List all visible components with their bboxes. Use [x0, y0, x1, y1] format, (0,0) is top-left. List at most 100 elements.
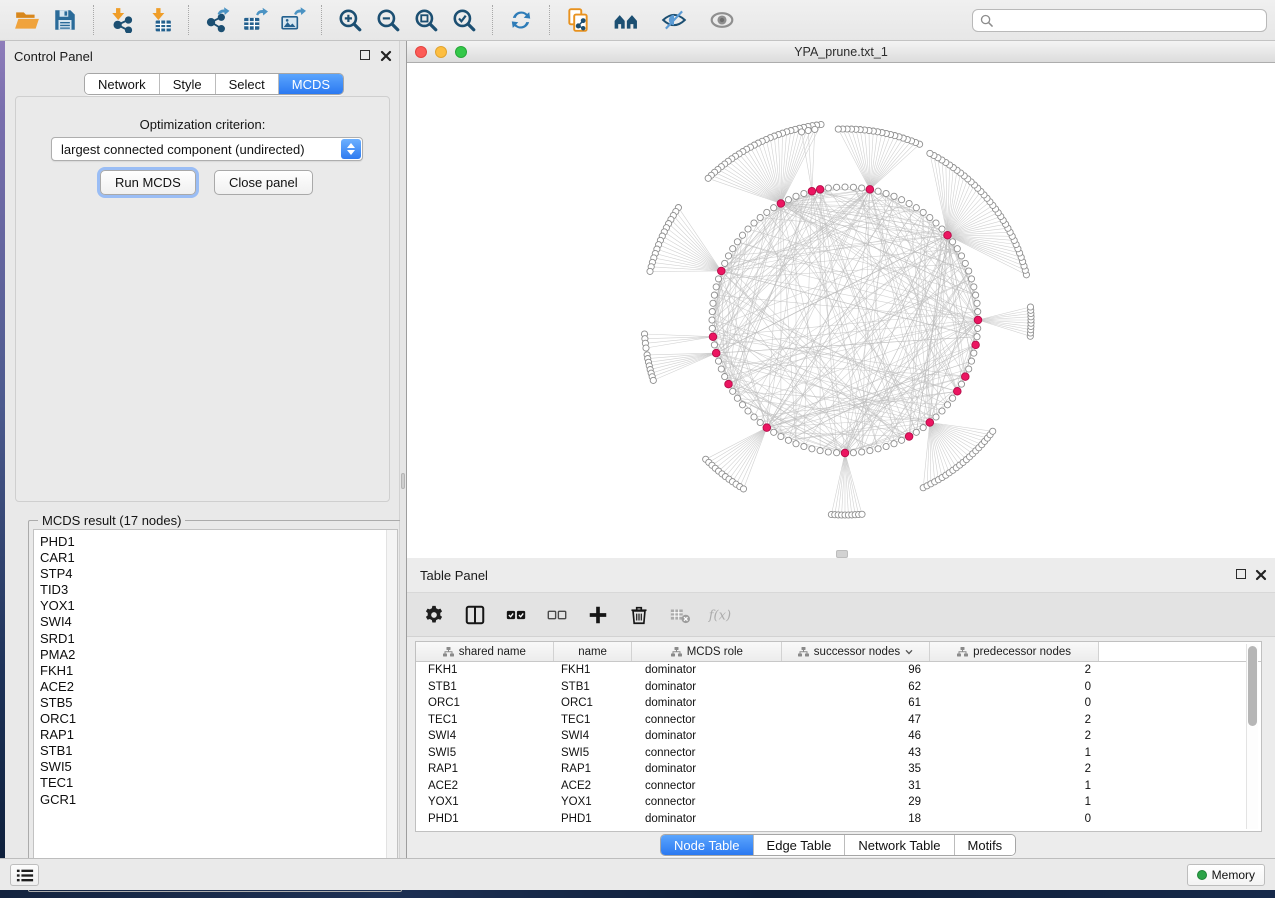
table-row[interactable]: ACE2ACE2connector311 — [416, 778, 1261, 795]
tab-motifs[interactable]: Motifs — [954, 835, 1016, 855]
table-cell: YOX1 — [416, 796, 554, 808]
control-panel: Control Panel NetworkStyleSelectMCDS Opt… — [5, 41, 400, 858]
hide-selected-button[interactable] — [655, 3, 693, 37]
mcds-result-list[interactable]: PHD1CAR1STP4TID3YOX1SWI4SRD1PMA2FKH1ACE2… — [33, 529, 398, 886]
table-scrollbar[interactable] — [1246, 644, 1258, 829]
mcds-result-item[interactable]: STP4 — [40, 566, 397, 582]
close-panel-icon[interactable] — [1255, 568, 1267, 580]
node-table: shared namenameMCDS rolesuccessor nodesp… — [415, 641, 1262, 832]
mcds-result-item[interactable]: PHD1 — [40, 534, 397, 550]
table-row[interactable]: YOX1YOX1connector291 — [416, 794, 1261, 811]
mcds-result-item[interactable]: RAP1 — [40, 727, 397, 743]
table-row[interactable]: TEC1TEC1connector472 — [416, 712, 1261, 729]
mcds-result-item[interactable]: CAR1 — [40, 550, 397, 566]
splitter-grip[interactable] — [401, 473, 405, 489]
mcds-result-item[interactable]: STB1 — [40, 743, 397, 759]
import-table-button[interactable] — [141, 3, 179, 37]
tab-mcds[interactable]: MCDS — [278, 74, 343, 94]
network-window-titlebar: YPA_prune.txt_1 — [407, 41, 1275, 63]
table-row[interactable]: SWI5SWI5connector431 — [416, 745, 1261, 762]
scrollbar-thumb[interactable] — [1248, 646, 1257, 726]
table-cell: 62 — [783, 681, 931, 693]
tab-style[interactable]: Style — [159, 74, 215, 94]
table-row[interactable]: STB1STB1dominator620 — [416, 679, 1261, 696]
deselect-all-button[interactable] — [544, 602, 570, 628]
mcds-result-item[interactable]: FKH1 — [40, 663, 397, 679]
new-column-button[interactable] — [585, 602, 611, 628]
zoom-out-button[interactable] — [369, 3, 407, 37]
vertical-splitter[interactable] — [400, 41, 407, 858]
table-row[interactable]: PHD1PHD1dominator180 — [416, 811, 1261, 828]
search-box[interactable] — [972, 9, 1267, 32]
zoom-fit-icon — [413, 7, 439, 33]
network-window-title: YPA_prune.txt_1 — [407, 45, 1275, 59]
export-image-button[interactable] — [274, 3, 312, 37]
mcds-list-scrollbar[interactable] — [386, 530, 397, 885]
import-network-button[interactable] — [103, 3, 141, 37]
table-row[interactable]: FKH1FKH1dominator962 — [416, 662, 1261, 679]
zoom-fit-button[interactable] — [407, 3, 445, 37]
table-row[interactable]: ORC1ORC1dominator610 — [416, 695, 1261, 712]
delete-columns-button[interactable] — [626, 602, 652, 628]
control-panel-tabs: NetworkStyleSelectMCDS — [84, 73, 344, 95]
new-network-from-selection-button[interactable] — [559, 3, 597, 37]
export-network-button[interactable] — [198, 3, 236, 37]
mcds-result-item[interactable]: ORC1 — [40, 711, 397, 727]
table-row[interactable]: SWI4SWI4dominator462 — [416, 728, 1261, 745]
optimization-criterion-select[interactable]: largest connected component (undirected) — [51, 137, 363, 161]
table-cell: STB1 — [554, 681, 633, 693]
show-columns-button[interactable] — [462, 602, 488, 628]
open-file-button[interactable] — [8, 3, 46, 37]
apply-layout-button[interactable] — [502, 3, 540, 37]
mcds-result-item[interactable]: SWI4 — [40, 614, 397, 630]
mcds-result-item[interactable]: YOX1 — [40, 598, 397, 614]
table-cell: dominator — [633, 664, 783, 676]
tab-network[interactable]: Network — [85, 74, 159, 94]
table-cell: connector — [633, 747, 783, 759]
mcds-result-item[interactable]: TID3 — [40, 582, 397, 598]
network-view-window: YPA_prune.txt_1 — [407, 41, 1275, 558]
close-panel-button[interactable]: Close panel — [214, 170, 313, 195]
run-mcds-button[interactable]: Run MCDS — [100, 170, 196, 195]
first-neighbors-button[interactable] — [607, 3, 645, 37]
column-header-MCDS-role[interactable]: MCDS role — [632, 642, 782, 661]
zoom-selected-button[interactable] — [445, 3, 483, 37]
search-input[interactable] — [993, 14, 1259, 28]
table-mode-button[interactable] — [421, 602, 447, 628]
column-header-shared-name[interactable]: shared name — [416, 642, 554, 661]
zoom-in-button[interactable] — [331, 3, 369, 37]
mcds-result-item[interactable]: STB5 — [40, 695, 397, 711]
mcds-result-item[interactable]: ACE2 — [40, 679, 397, 695]
column-header-name[interactable]: name — [554, 642, 633, 661]
tab-select[interactable]: Select — [215, 74, 278, 94]
table-row[interactable]: RAP1RAP1dominator352 — [416, 761, 1261, 778]
column-header-predecessor-nodes[interactable]: predecessor nodes — [930, 642, 1100, 661]
mcds-result-item[interactable]: SRD1 — [40, 631, 397, 647]
save-session-button[interactable] — [46, 3, 84, 37]
tab-network-table[interactable]: Network Table — [844, 835, 953, 855]
show-all-icon — [709, 7, 735, 33]
mcds-result-item[interactable]: SWI5 — [40, 759, 397, 775]
tab-node-table[interactable]: Node Table — [661, 835, 753, 855]
delete-table-button — [667, 602, 693, 628]
table-cell: ORC1 — [416, 697, 554, 709]
tab-edge-table[interactable]: Edge Table — [753, 835, 845, 855]
select-all-button[interactable] — [503, 602, 529, 628]
float-panel-icon[interactable] — [360, 50, 370, 60]
close-panel-icon[interactable] — [380, 49, 392, 61]
table-cell: 2 — [931, 763, 1101, 775]
table-cell: TEC1 — [554, 714, 633, 726]
column-header-successor-nodes[interactable]: successor nodes — [782, 642, 930, 661]
network-canvas[interactable] — [407, 63, 1275, 558]
horizontal-splitter-grip[interactable] — [836, 550, 848, 558]
mcds-result-item[interactable]: PMA2 — [40, 647, 397, 663]
export-table-button[interactable] — [236, 3, 274, 37]
mcds-result-item[interactable]: TEC1 — [40, 775, 397, 791]
show-all-button[interactable] — [703, 3, 741, 37]
table-panel-title: Table Panel — [420, 568, 488, 583]
memory-button[interactable]: Memory — [1187, 864, 1265, 886]
task-history-button[interactable] — [10, 864, 39, 886]
table-cell: connector — [633, 796, 783, 808]
mcds-result-item[interactable]: GCR1 — [40, 792, 397, 808]
float-panel-icon[interactable] — [1236, 569, 1246, 579]
